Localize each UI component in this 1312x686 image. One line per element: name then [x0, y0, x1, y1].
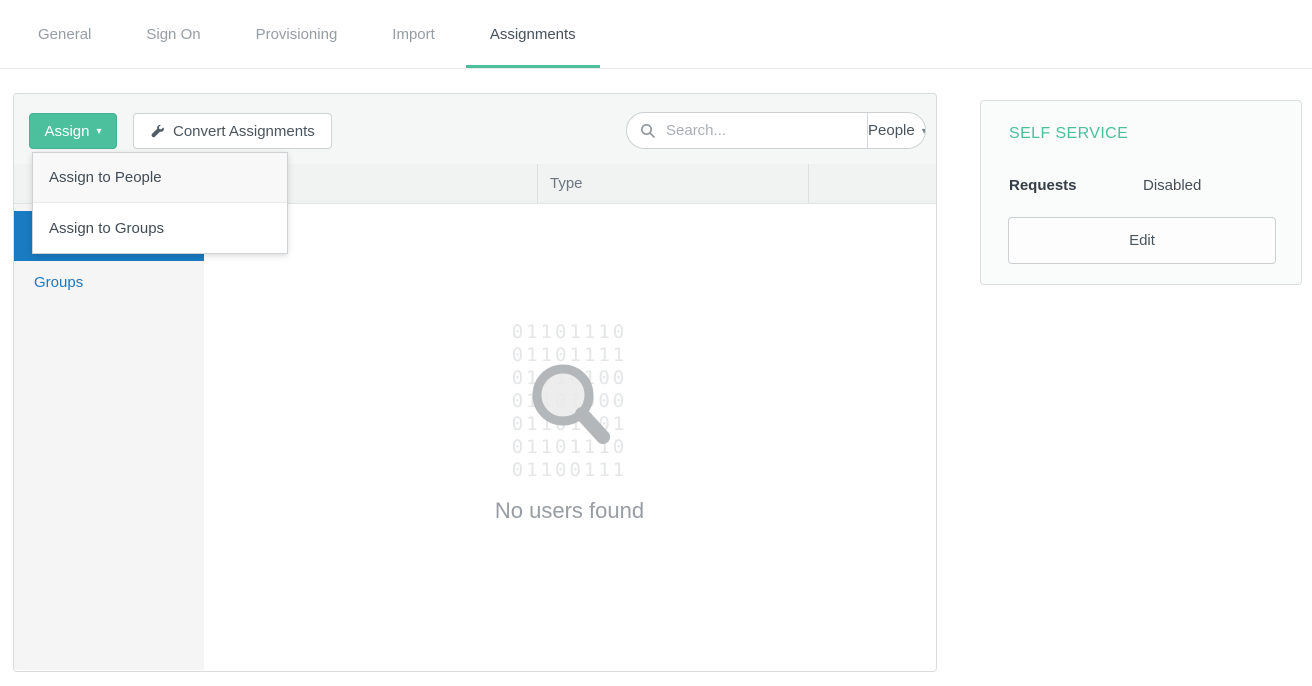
tab-sign-on[interactable]: Sign On	[146, 0, 200, 68]
tab-general[interactable]: General	[38, 0, 91, 68]
self-service-card: SELF SERVICE Requests Disabled Edit	[980, 100, 1302, 285]
convert-assignments-button[interactable]: Convert Assignments	[133, 113, 332, 149]
assignments-content: 01101110 01101111 01110100 01101000 0110…	[204, 204, 935, 670]
tab-assignments[interactable]: Assignments	[466, 0, 600, 68]
search-box[interactable]	[627, 113, 867, 148]
self-service-title: SELF SERVICE	[1009, 125, 1128, 143]
search-scope-dropdown[interactable]: People ▾	[867, 113, 926, 148]
requests-value: Disabled	[1143, 177, 1201, 194]
search-input[interactable]	[664, 121, 867, 140]
tab-provisioning[interactable]: Provisioning	[256, 0, 338, 68]
binary-line: 01100111	[512, 459, 628, 482]
assign-button-label: Assign	[44, 123, 89, 140]
wrench-icon	[150, 124, 165, 139]
column-header-type[interactable]: Type	[538, 164, 809, 203]
binary-line: 01101001	[512, 413, 628, 436]
sidebar-item-groups[interactable]: Groups	[14, 261, 204, 303]
chevron-down-icon: ▾	[922, 126, 926, 137]
empty-state: 01101110 01101111 01110100 01101000 0110…	[204, 204, 935, 524]
tab-import[interactable]: Import	[392, 0, 435, 68]
binary-line: 01110100	[512, 367, 628, 390]
menu-item-assign-to-people[interactable]: Assign to People	[33, 153, 287, 203]
search-icon	[640, 123, 656, 139]
search-control: People ▾	[626, 112, 926, 149]
chevron-down-icon: ▾	[97, 127, 102, 137]
assign-button[interactable]: Assign ▾	[29, 113, 117, 149]
binary-line: 01101110	[512, 436, 628, 459]
assign-dropdown-menu: Assign to People Assign to Groups	[32, 152, 288, 254]
app-tab-bar: General Sign On Provisioning Import Assi…	[0, 0, 1312, 69]
binary-line: 01101000	[512, 390, 628, 413]
assignments-page: General Sign On Provisioning Import Assi…	[0, 0, 1312, 686]
column-header-actions	[809, 164, 936, 203]
search-scope-label: People	[868, 122, 915, 139]
binary-line: 01101111	[512, 344, 628, 367]
filter-sidebar: Groups	[14, 204, 205, 670]
requests-label: Requests	[1009, 177, 1077, 194]
binary-art: 01101110 01101111 01110100 01101000 0110…	[512, 321, 628, 482]
edit-button[interactable]: Edit	[1008, 217, 1276, 264]
binary-line: 01101110	[512, 321, 628, 344]
convert-assignments-label: Convert Assignments	[173, 123, 315, 140]
empty-state-message: No users found	[495, 498, 644, 524]
menu-item-assign-to-groups[interactable]: Assign to Groups	[33, 203, 287, 253]
